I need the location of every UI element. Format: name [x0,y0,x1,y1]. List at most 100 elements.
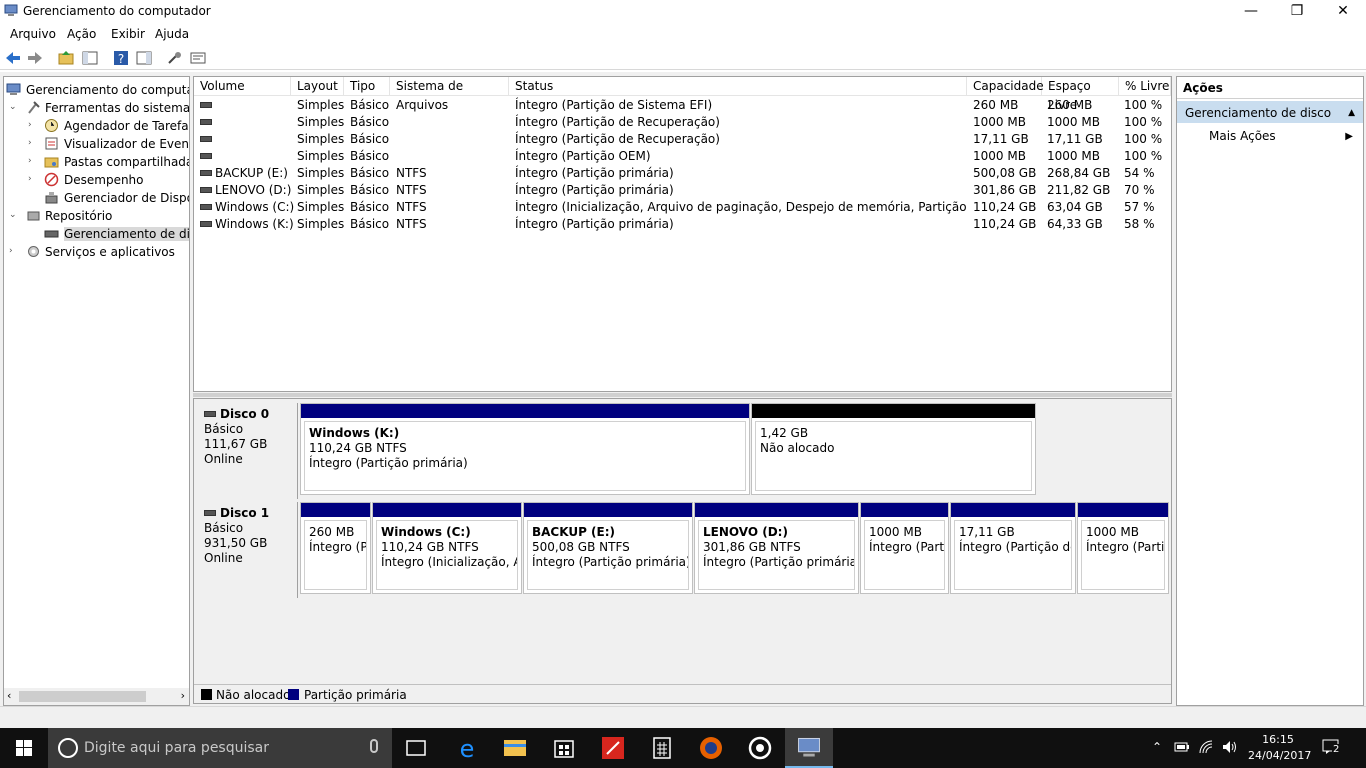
up-folder-icon[interactable] [57,49,75,67]
cell-fs: NTFS [396,200,427,214]
partition[interactable]: 260 MB Íntegro (Pa [300,502,371,594]
forward-arrow-icon[interactable] [26,49,44,67]
scroll-right-icon[interactable]: › [181,689,185,702]
back-arrow-icon[interactable] [4,49,22,67]
edge-browser-icon[interactable]: e [443,728,491,768]
chevron-right-icon[interactable]: › [28,156,38,166]
table-row[interactable]: Simples Básico Íntegro (Partição de Recu… [194,131,1171,148]
table-row[interactable]: Windows (K:) Simples Básico NTFS Íntegro… [194,216,1171,233]
actions-section-disk-management[interactable]: Gerenciamento de disco ▲ [1177,101,1363,123]
partition[interactable]: LENOVO (D:) 301,86 GB NTFS Íntegro (Part… [694,502,859,594]
partition[interactable]: 1000 MB Íntegro (Partiçã [1077,502,1169,594]
pane-splitter[interactable] [193,393,1172,397]
cell-tipo: Básico [350,98,390,112]
volume-speaker-icon[interactable] [1221,740,1239,754]
chevron-down-icon[interactable]: ⌄ [9,102,19,112]
close-button[interactable]: ✕ [1320,0,1366,24]
cell-pct: 70 % [1124,183,1155,197]
action-center-button[interactable]: 2 [1322,738,1344,758]
connect-icon[interactable] [166,49,184,67]
windows-start-icon[interactable] [0,728,48,768]
partition[interactable]: Windows (C:) 110,24 GB NTFS Íntegro (Ini… [372,502,522,594]
partition-unallocated[interactable]: 1,42 GB Não alocado [751,403,1036,495]
column-header-sistema[interactable]: Sistema de Arquivos [390,77,509,112]
menu-arquivo[interactable]: Arquivo [10,27,56,41]
partition-name: LENOVO (D:) [703,525,788,539]
notification-count: 2 [1332,744,1341,755]
menu-acao[interactable]: Ação [67,27,96,41]
cell-livre: 64,33 GB [1047,217,1103,231]
properties-icon[interactable] [189,49,207,67]
column-header-pct-livre[interactable]: % Livre [1119,77,1171,96]
table-row[interactable]: Simples Básico Íntegro (Partição OEM) 10… [194,148,1171,165]
help-icon[interactable]: ? [112,49,130,67]
column-header-tipo[interactable]: Tipo [344,77,390,96]
microphone-icon[interactable] [370,739,378,753]
chevron-right-icon[interactable]: › [9,246,19,256]
partition-size: 110,24 GB NTFS [381,540,479,554]
taskbar-search-box[interactable]: Digite aqui para pesquisar [48,728,392,768]
partition-size: 500,08 GB NTFS [532,540,630,554]
action-pane-icon[interactable] [135,49,153,67]
tree-horizontal-scrollbar[interactable]: ‹ › [4,688,189,705]
disk-label[interactable]: Disco 0 Básico 111,67 GB Online [194,403,298,499]
column-header-status[interactable]: Status [509,77,967,96]
chevron-right-icon[interactable]: › [28,120,38,130]
restore-button[interactable]: ❐ [1274,0,1320,24]
tree-label: Ferramentas do sistema [45,101,190,115]
battery-icon[interactable] [1174,741,1190,753]
table-row[interactable]: Simples Básico Íntegro (Partição de Sist… [194,97,1171,114]
window-title: Gerenciamento do computador [23,4,211,18]
collapse-up-icon[interactable]: ▲ [1348,108,1355,118]
wifi-icon[interactable] [1198,739,1214,755]
cell-capacidade: 110,24 GB [973,217,1037,231]
partition[interactable]: Windows (K:) 110,24 GB NTFS Íntegro (Par… [300,403,750,495]
column-header-espaco-livre[interactable]: Espaço Livre [1042,77,1119,112]
chevron-right-icon[interactable]: › [28,138,38,148]
more-actions-item[interactable]: Mais Ações ▶ [1177,129,1363,149]
cell-fs: NTFS [396,183,427,197]
cell-layout: Simples [297,98,345,112]
partition[interactable]: 1000 MB Íntegro (Partiç [860,502,949,594]
scrollbar-thumb[interactable] [19,691,146,702]
firefox-icon[interactable] [687,728,735,768]
tree-item-gerenciamento-disco[interactable]: Gerenciamento de disco [4,225,189,243]
column-header-layout[interactable]: Layout [291,77,344,96]
computer-management-taskbar-icon[interactable] [785,728,833,768]
media-app-icon[interactable] [736,728,784,768]
table-row[interactable]: Windows (C:) Simples Básico NTFS Íntegro… [194,199,1171,216]
scroll-left-icon[interactable]: ‹ [7,689,11,702]
table-row[interactable]: LENOVO (D:) Simples Básico NTFS Íntegro … [194,182,1171,199]
tree-label: Agendador de Tarefas [64,119,190,133]
partition[interactable]: BACKUP (E:) 500,08 GB NTFS Íntegro (Part… [523,502,693,594]
volume-icon [200,221,212,227]
partition-name: Windows (C:) [381,525,471,539]
menu-ajuda[interactable]: Ajuda [155,27,189,41]
cell-layout: Simples [297,115,345,129]
partition[interactable]: 17,11 GB Íntegro (Partição de F [950,502,1076,594]
column-header-capacidade[interactable]: Capacidade [967,77,1044,96]
legend-primary-label: Partição primária [304,688,407,702]
show-hidden-icons-icon[interactable]: ⌃ [1152,740,1162,754]
disk-label[interactable]: Disco 1 Básico 931,50 GB Online [194,502,298,598]
chevron-down-icon[interactable]: ⌄ [9,210,19,220]
actions-pane: Ações Gerenciamento de disco ▲ Mais Açõe… [1176,76,1364,706]
file-explorer-icon[interactable] [491,728,539,768]
table-row[interactable]: BACKUP (E:) Simples Básico NTFS Íntegro … [194,165,1171,182]
show-hide-tree-icon[interactable] [81,49,99,67]
table-row[interactable]: Simples Básico Íntegro (Partição de Recu… [194,114,1171,131]
partition-bar [301,503,370,517]
partition-body: BACKUP (E:) 500,08 GB NTFS Íntegro (Part… [527,520,689,590]
volume-icon [200,119,212,125]
task-view-icon[interactable] [392,728,440,768]
pdf-reader-icon[interactable] [589,728,637,768]
partition-body: 1000 MB Íntegro (Partiç [864,520,945,590]
menu-exibir[interactable]: Exibir [111,27,145,41]
taskbar-clock[interactable]: 16:15 24/04/2017 [1248,732,1311,764]
store-icon[interactable] [540,728,588,768]
calculator-icon[interactable] [638,728,686,768]
column-header-volume[interactable]: Volume [194,77,291,96]
chevron-right-icon[interactable]: › [28,174,38,184]
cell-layout: Simples [297,132,345,146]
minimize-button[interactable]: — [1228,0,1274,24]
